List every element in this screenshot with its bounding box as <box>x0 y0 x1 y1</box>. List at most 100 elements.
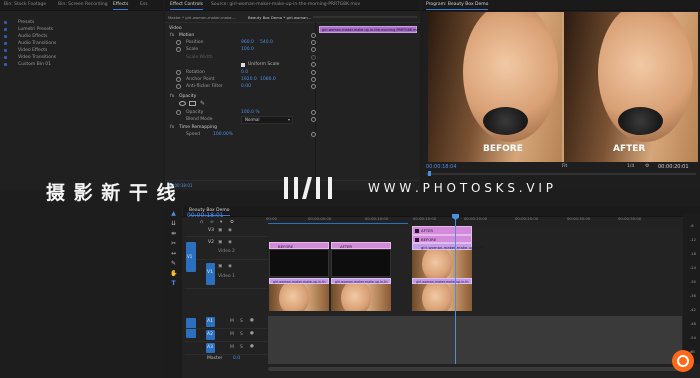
mute-button[interactable]: M <box>230 345 234 350</box>
clip-v1-3-thumbnail[interactable] <box>412 284 472 311</box>
lock-icon[interactable]: ▣ <box>218 264 222 269</box>
opacity-section-label[interactable]: Opacity <box>179 94 196 99</box>
clip-v2-2-body[interactable] <box>331 249 391 277</box>
clip-v1-1-thumbnail[interactable] <box>269 284 329 311</box>
mask-ellipse-icon[interactable] <box>179 101 186 106</box>
param-antiflicker-value[interactable]: 0.00 <box>241 84 251 89</box>
param-position-x[interactable]: 960.0 <box>241 40 254 45</box>
time-remap-label[interactable]: Time Remapping <box>179 125 217 130</box>
work-area-bar[interactable] <box>268 223 408 224</box>
stopwatch-anchor-icon[interactable] <box>176 77 181 82</box>
reset-blend-icon[interactable] <box>311 117 316 122</box>
reset-scale-width-icon[interactable] <box>311 55 316 60</box>
lock-icon[interactable]: ▣ <box>218 228 222 233</box>
eye-icon[interactable]: ◉ <box>228 240 232 245</box>
reset-opacity-icon[interactable] <box>311 110 316 115</box>
reset-antiflicker-icon[interactable] <box>311 84 316 89</box>
mask-pen-icon[interactable]: ✎ <box>200 100 205 107</box>
fx-time-remap-badge[interactable]: fx <box>170 125 174 130</box>
clip-v2-1-header[interactable]: BEFORE <box>269 242 329 249</box>
stopwatch-rotation-icon[interactable] <box>176 70 181 75</box>
razor-tool-icon[interactable]: ✂ <box>170 240 177 247</box>
reset-anchor-icon[interactable] <box>311 77 316 82</box>
reset-motion-icon[interactable] <box>311 33 316 38</box>
track-header-v1[interactable]: V1 ▣ ◉ Video 1 <box>185 260 267 289</box>
timeline-scrollbar[interactable] <box>268 367 678 371</box>
param-scale-value[interactable]: 100.0 <box>241 47 254 52</box>
stopwatch-opacity-icon[interactable] <box>176 110 181 115</box>
snap-icon[interactable]: ∩ <box>200 220 203 225</box>
stopwatch-scale-icon[interactable] <box>176 47 181 52</box>
program-resolution-dropdown[interactable]: 1/4 <box>627 164 634 169</box>
mask-rect-icon[interactable] <box>189 101 196 106</box>
fx-badge[interactable]: fx <box>170 33 174 38</box>
mute-button[interactable]: M <box>230 319 234 324</box>
track-select-icon[interactable]: ⇊ <box>170 220 177 227</box>
tab-effects[interactable]: Effects <box>113 2 129 10</box>
tab-program[interactable]: Program: Beauty Box Demo <box>426 2 489 10</box>
tab-bin-stock-footage[interactable]: Bin: Stock Footage <box>4 2 46 7</box>
reset-position-icon[interactable] <box>311 40 316 45</box>
wrench-icon[interactable]: ⚙ <box>645 163 649 169</box>
tab-essential[interactable]: Ess <box>140 2 148 7</box>
solo-button[interactable]: S <box>240 345 243 350</box>
clip-v3-before[interactable]: BEFORE <box>412 235 472 243</box>
motion-label[interactable]: Motion <box>179 33 194 38</box>
tab-source[interactable]: Source: girl-woman-maker-make-up-in-the-… <box>211 2 360 7</box>
mic-icon[interactable]: ● <box>250 344 254 349</box>
tab-effect-controls[interactable]: Effect Controls <box>170 2 203 10</box>
timeline-playhead[interactable] <box>455 214 456 364</box>
track-header-a2[interactable]: A2 M S ● <box>185 329 267 342</box>
mic-icon[interactable]: ● <box>250 318 254 323</box>
track-header-v3[interactable]: V3 ▣ ◉ <box>185 226 267 237</box>
timeline-scrollbar-thumb[interactable] <box>268 367 678 371</box>
link-icon[interactable]: ∞ <box>210 220 214 225</box>
program-timecode[interactable]: 00:00:18:04 <box>426 164 457 170</box>
solo-button[interactable]: S <box>240 332 243 337</box>
marker-icon[interactable]: ▾ <box>220 220 222 225</box>
mic-icon[interactable]: ● <box>250 331 254 336</box>
settings-icon[interactable]: ⚙ <box>230 220 234 225</box>
solo-button[interactable]: S <box>240 319 243 324</box>
program-fit-dropdown[interactable]: Fit <box>562 164 567 169</box>
header-master-source[interactable]: Master * girl-woman-maker-make-... <box>168 15 237 20</box>
lock-icon[interactable]: ▣ <box>218 240 222 245</box>
slip-tool-icon[interactable]: ↔ <box>170 250 177 257</box>
pen-tool-icon[interactable]: ✎ <box>170 260 177 267</box>
clip-v3-thumbnail[interactable] <box>412 250 472 278</box>
reset-scale-icon[interactable] <box>311 47 316 52</box>
param-position-y[interactable]: 540.0 <box>260 40 273 45</box>
speed-value[interactable]: 100.00% <box>213 132 233 137</box>
ripple-edit-icon[interactable]: ⇹ <box>170 230 177 237</box>
track-header-v2[interactable]: V2 ▣ ◉ Video 2 <box>185 237 267 260</box>
uniform-scale-checkbox[interactable] <box>241 63 245 67</box>
stopwatch-antiflicker-icon[interactable] <box>176 84 181 89</box>
selection-tool-icon[interactable]: ▲ <box>170 210 177 217</box>
clip-v3-after[interactable]: AFTER <box>412 226 472 235</box>
blend-mode-dropdown[interactable]: Normal ▾ <box>241 116 293 124</box>
mute-button[interactable]: M <box>230 332 234 337</box>
tab-bin-screen-recording[interactable]: Bin: Screen Recording <box>58 2 108 7</box>
param-anchor-y[interactable]: 1080.0 <box>260 77 276 82</box>
reset-rotation-icon[interactable] <box>311 70 316 75</box>
master-track-header[interactable]: Master 0.0 <box>185 355 267 363</box>
clip-v1-2-thumbnail[interactable] <box>331 284 391 311</box>
mini-timeline-clip[interactable]: girl-woman-maker-make-up-in-the-morning-… <box>319 26 421 33</box>
timeline-timecode[interactable]: 00:00:18:01 <box>187 212 224 219</box>
master-value[interactable]: 0.0 <box>233 356 240 361</box>
type-tool-icon[interactable]: T <box>170 280 177 287</box>
reset-speed-icon[interactable] <box>311 132 316 137</box>
eye-icon[interactable]: ◉ <box>228 264 232 269</box>
hand-tool-icon[interactable]: ✋ <box>170 270 177 277</box>
param-rotation-value[interactable]: 0.0 <box>241 70 248 75</box>
stopwatch-position-icon[interactable] <box>176 40 181 45</box>
param-anchor-x[interactable]: 1920.0 <box>241 77 257 82</box>
track-header-a1[interactable]: A1 M S ● <box>185 316 267 329</box>
track-header-a3[interactable]: A3 M S ● <box>185 342 267 355</box>
reset-uniform-icon[interactable] <box>311 62 316 67</box>
fx-opacity-badge[interactable]: fx <box>170 94 174 99</box>
eye-icon[interactable]: ◉ <box>228 228 232 233</box>
clip-v2-1-body[interactable] <box>269 249 329 277</box>
param-opacity-value[interactable]: 100.0 % <box>241 110 260 115</box>
clip-v3-footage[interactable]: girl-woman-maker-make-up-in-th <box>412 243 484 250</box>
